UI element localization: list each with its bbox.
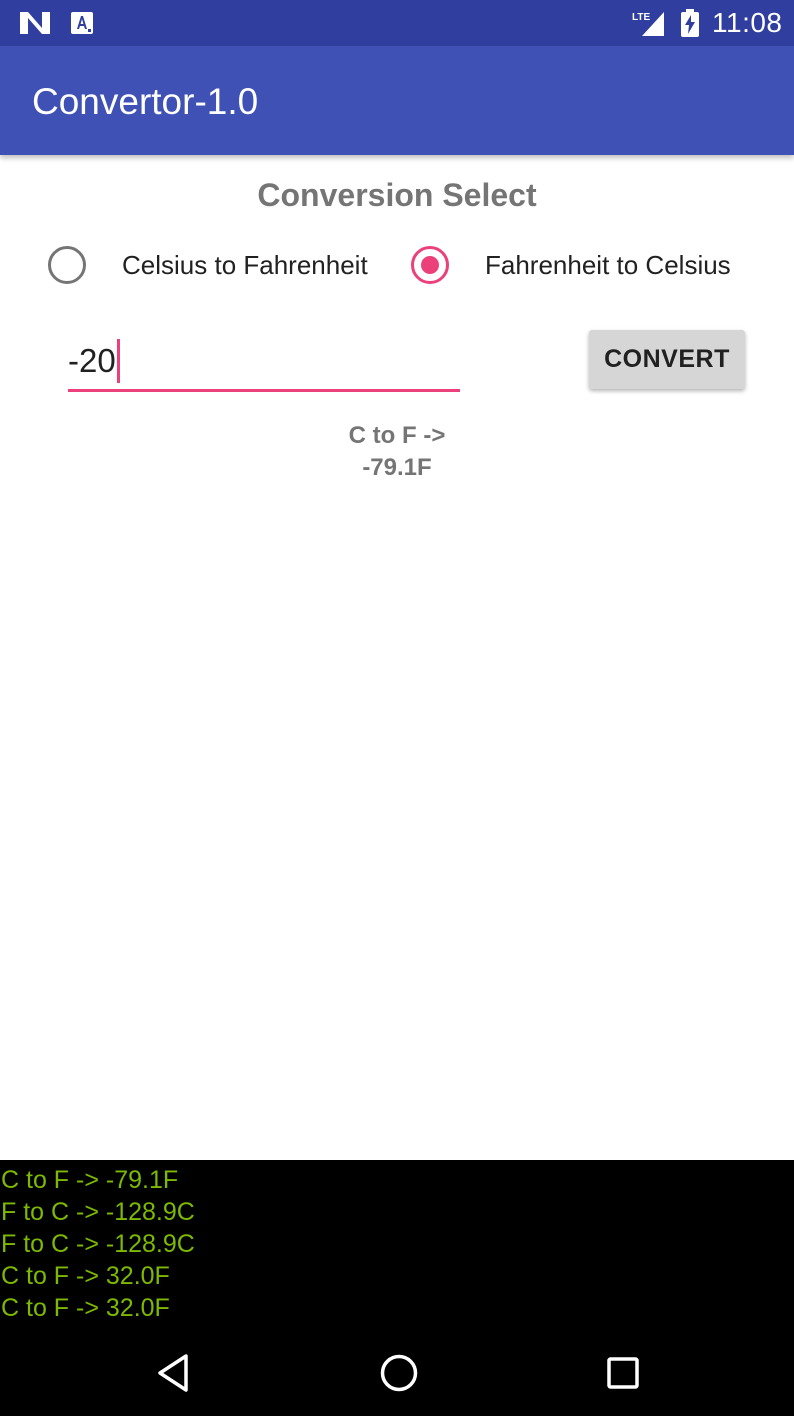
- recents-icon[interactable]: [600, 1350, 646, 1396]
- status-clock: 11:08: [712, 7, 783, 38]
- convert-button[interactable]: CONVERT: [589, 330, 745, 389]
- radio-unchecked-icon[interactable]: [48, 246, 86, 284]
- radio-label-fahrenheit-to-celsius[interactable]: Fahrenheit to Celsius: [485, 248, 731, 282]
- notification-n-icon: [20, 12, 50, 34]
- network-label: LTE: [632, 12, 650, 23]
- result-line-1: C to F ->: [348, 422, 446, 449]
- temperature-input-text[interactable]: -20: [68, 342, 116, 379]
- log-line: F to C -> -128.9C: [1, 1230, 195, 1258]
- text-caret: [116, 339, 120, 384]
- log-line: F to C -> -128.9C: [1, 1198, 195, 1226]
- log-line: C to F -> 32.0F: [1, 1294, 170, 1322]
- log-line: C to F -> 32.0F: [1, 1262, 170, 1290]
- lte-signal-icon: LTE: [632, 12, 664, 36]
- temperature-input-value[interactable]: -20: [68, 339, 120, 385]
- result-line-2: -79.1F: [362, 454, 432, 481]
- temperature-input[interactable]: -20: [68, 334, 460, 392]
- battery-charging-icon: [681, 9, 699, 37]
- home-icon[interactable]: [376, 1350, 422, 1396]
- history-log: C to F -> -79.1F F to C -> -128.9C F to …: [0, 1160, 794, 1328]
- conversion-select-title: Conversion Select: [257, 177, 537, 213]
- radio-celsius-to-fahrenheit[interactable]: Celsius to Fahrenheit: [48, 242, 388, 288]
- log-line: C to F -> -79.1F: [1, 1166, 179, 1194]
- radio-fahrenheit-to-celsius[interactable]: Fahrenheit to Celsius: [411, 242, 751, 288]
- status-bar: LTE 11:08: [0, 0, 794, 46]
- system-nav-bar: [0, 1328, 794, 1416]
- notification-a-icon: [71, 12, 93, 34]
- conversion-result: C to F -> -79.1F: [0, 420, 794, 484]
- app-title: Convertor-1.0: [32, 81, 259, 122]
- app-bar: Convertor-1.0: [0, 46, 794, 155]
- back-icon[interactable]: [152, 1350, 198, 1396]
- radio-label-celsius-to-fahrenheit[interactable]: Celsius to Fahrenheit: [122, 248, 368, 282]
- radio-checked-icon[interactable]: [411, 246, 449, 284]
